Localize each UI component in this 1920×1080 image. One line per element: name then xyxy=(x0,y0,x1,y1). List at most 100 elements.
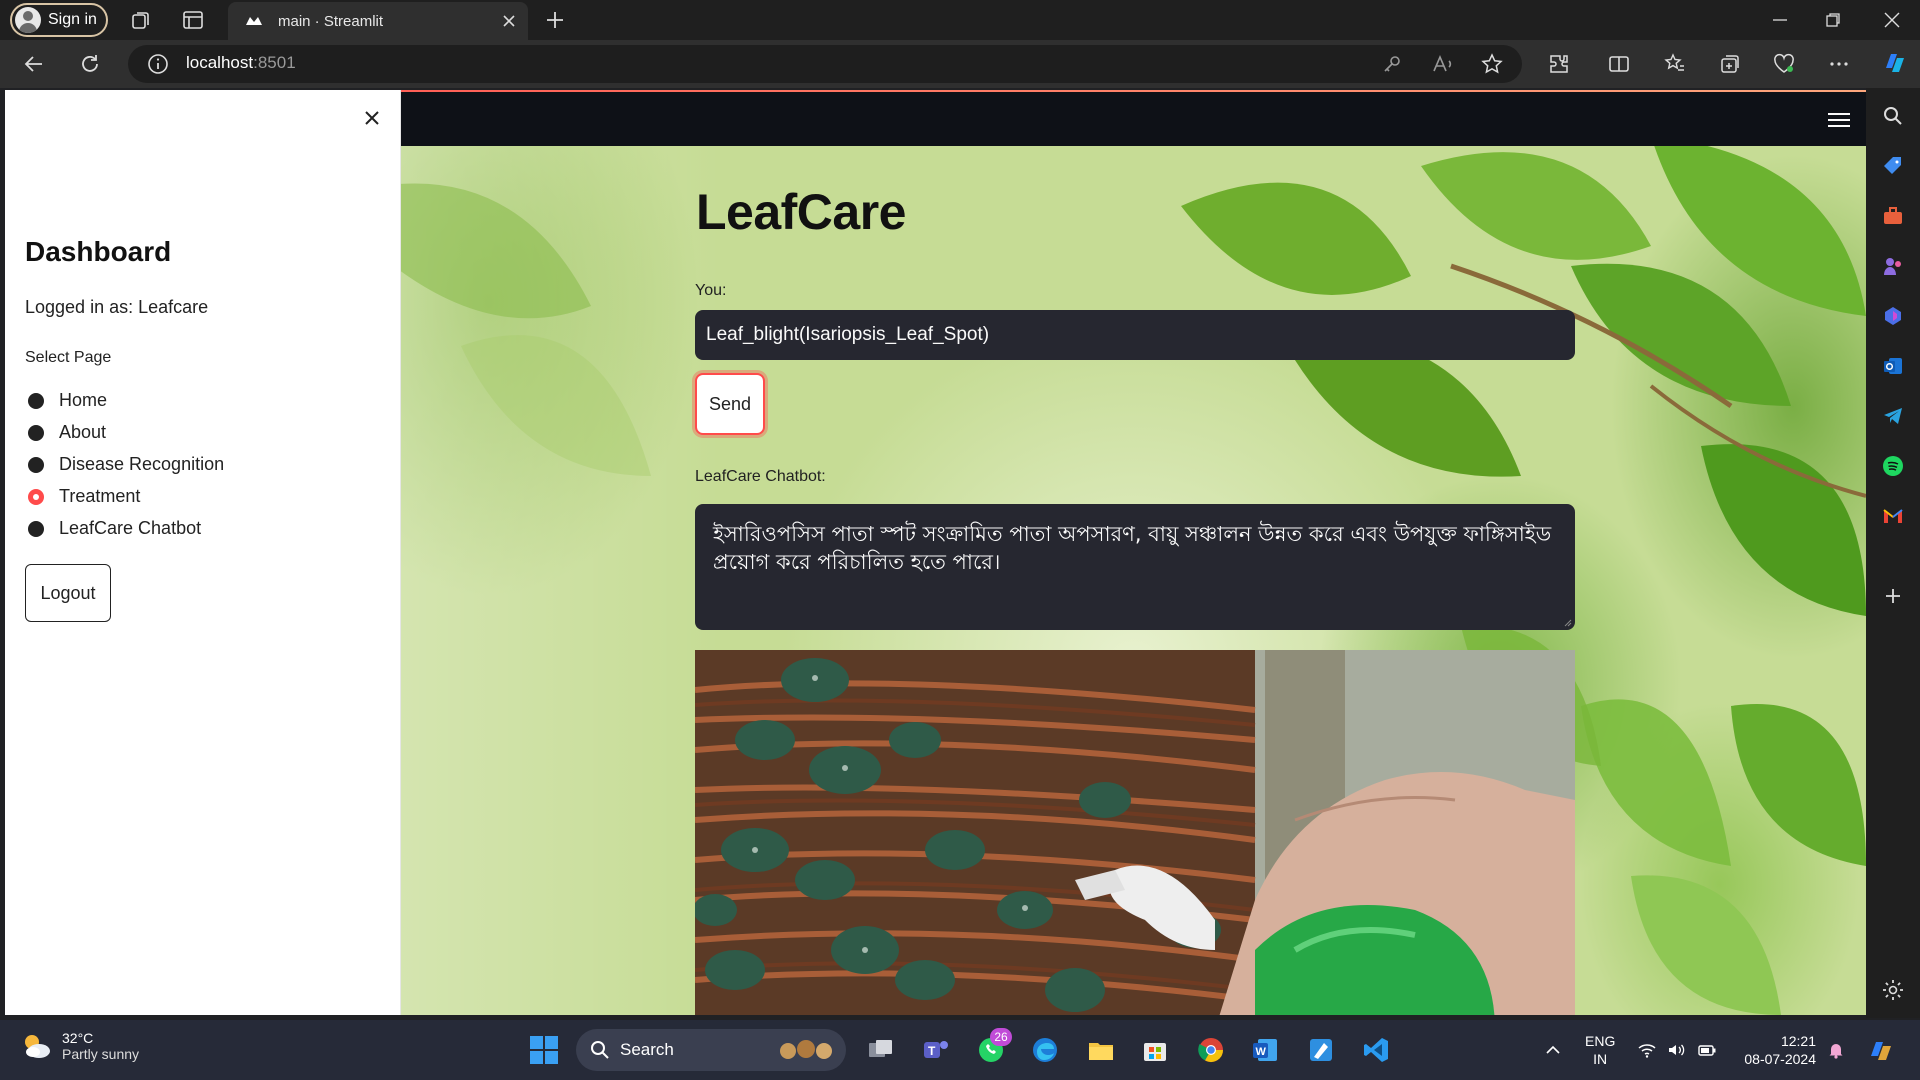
copilot-icon[interactable] xyxy=(1880,48,1910,78)
url-host: localhost xyxy=(186,53,254,72)
radio-leafcare-chatbot[interactable]: LeafCare Chatbot xyxy=(28,518,201,539)
windows-taskbar: 32°C Partly sunny Search T 26 W ENG IN 12… xyxy=(0,1020,1920,1080)
active-tab[interactable]: main · Streamlit xyxy=(228,2,528,40)
weather-desc: Partly sunny xyxy=(62,1046,140,1062)
address-bar: localhost:8501 xyxy=(0,40,1920,88)
gmail-icon[interactable] xyxy=(1881,504,1905,528)
favorite-star-icon[interactable] xyxy=(1480,52,1504,76)
close-sidebar-icon[interactable] xyxy=(362,108,382,128)
radio-disease-recognition[interactable]: Disease Recognition xyxy=(28,454,224,475)
tab-actions-icon[interactable] xyxy=(181,8,205,32)
volume-icon[interactable] xyxy=(1666,1040,1686,1060)
battery-icon[interactable] xyxy=(1697,1040,1717,1060)
select-page-label: Select Page xyxy=(25,349,112,366)
tab-title: main · Streamlit xyxy=(278,12,384,30)
extensions-icon[interactable] xyxy=(1547,52,1571,76)
tools-icon[interactable] xyxy=(1881,204,1905,228)
split-screen-icon[interactable] xyxy=(1607,52,1631,76)
lang-top: ENG xyxy=(1585,1033,1616,1049)
back-icon[interactable] xyxy=(22,52,46,76)
chatbot-response-text: ইসারিওপসিস পাতা স্পট সংক্রামিত পাতা অপসা… xyxy=(713,522,1552,574)
windows-start-icon[interactable] xyxy=(528,1034,560,1066)
chat-input[interactable]: Leaf_blight(Isariopsis_Leaf_Spot) xyxy=(695,310,1575,360)
games-icon[interactable] xyxy=(1881,254,1905,278)
url-field[interactable] xyxy=(128,45,1522,83)
site-info-icon[interactable] xyxy=(146,52,170,76)
logout-button[interactable]: Logout xyxy=(25,564,111,622)
weather-text: 32°C Partly sunny xyxy=(62,1030,139,1062)
close-tab-icon[interactable] xyxy=(500,12,518,30)
edge-icon[interactable] xyxy=(1030,1035,1060,1065)
word-icon[interactable]: W xyxy=(1250,1035,1280,1065)
minimize-icon[interactable] xyxy=(1768,8,1792,32)
copilot-taskbar-icon[interactable] xyxy=(1866,1036,1896,1066)
refresh-icon[interactable] xyxy=(78,52,102,76)
radio-circle[interactable] xyxy=(28,392,44,409)
treatment-image xyxy=(695,650,1575,1015)
paint-icon[interactable] xyxy=(1306,1035,1336,1065)
notification-bell-icon[interactable] xyxy=(1826,1040,1846,1060)
url-port: :8501 xyxy=(253,53,296,72)
sign-in-label: Sign in xyxy=(48,11,97,28)
read-aloud-icon[interactable] xyxy=(1431,52,1455,76)
radio-label: About xyxy=(59,422,107,442)
edge-sidebar xyxy=(1866,88,1920,1018)
sign-in-button[interactable]: Sign in xyxy=(10,3,108,37)
tab-bar: Sign in main · Streamlit xyxy=(0,0,1920,40)
svg-text:T: T xyxy=(928,1044,936,1058)
add-sidebar-app-icon[interactable] xyxy=(1881,584,1905,608)
send-button[interactable]: Send xyxy=(695,373,765,435)
microsoft-store-icon[interactable] xyxy=(1140,1035,1170,1065)
sidebar-search-icon[interactable] xyxy=(1881,104,1905,128)
chrome-icon[interactable] xyxy=(1196,1035,1226,1065)
main-menu-icon[interactable] xyxy=(1828,112,1850,128)
radio-home[interactable]: Home xyxy=(28,390,107,411)
show-hidden-icons-icon[interactable] xyxy=(1543,1040,1563,1060)
chatbot-response-textarea[interactable]: ইসারিওপসিস পাতা স্পট সংক্রামিত পাতা অপসা… xyxy=(695,504,1575,630)
restore-icon[interactable] xyxy=(1821,8,1845,32)
radio-circle[interactable] xyxy=(28,520,44,537)
collections-icon[interactable] xyxy=(1718,52,1742,76)
whatsapp-badge: 26 xyxy=(990,1028,1012,1046)
new-tab-icon[interactable] xyxy=(544,9,566,31)
partly-sunny-icon xyxy=(25,1035,50,1058)
sidebar-title: Dashboard xyxy=(25,236,172,267)
close-window-icon[interactable] xyxy=(1880,8,1904,32)
chatbot-label: LeafCare Chatbot: xyxy=(695,468,826,485)
weather-widget[interactable]: 32°C Partly sunny xyxy=(20,1030,139,1062)
sidebar-settings-icon[interactable] xyxy=(1881,978,1905,1002)
task-view-icon[interactable] xyxy=(866,1035,896,1065)
streamlit-app: LeafCare You: Leaf_blight(Isariopsis_Lea… xyxy=(5,90,1866,1015)
more-options-icon[interactable] xyxy=(1827,52,1851,76)
search-icon xyxy=(591,1041,609,1059)
radio-circle[interactable] xyxy=(28,456,44,473)
vscode-icon[interactable] xyxy=(1361,1035,1391,1065)
workspaces-icon[interactable] xyxy=(129,8,153,32)
radio-circle-selected[interactable] xyxy=(28,488,44,505)
clock-date: 08-07-2024 xyxy=(1744,1051,1816,1067)
clock[interactable]: 12:21 08-07-2024 xyxy=(1740,1032,1816,1068)
spotify-icon[interactable] xyxy=(1881,454,1905,478)
radio-treatment[interactable]: Treatment xyxy=(28,486,140,507)
browser-essentials-icon[interactable] xyxy=(1772,52,1796,76)
shopping-tag-icon[interactable] xyxy=(1881,154,1905,178)
search-highlight-icon xyxy=(780,1040,832,1059)
resize-grip-icon[interactable] xyxy=(1564,619,1572,627)
outlook-icon[interactable] xyxy=(1881,354,1905,378)
password-key-icon[interactable] xyxy=(1380,52,1404,76)
radio-circle[interactable] xyxy=(28,424,44,441)
telegram-icon[interactable] xyxy=(1881,404,1905,428)
teams-icon[interactable]: T xyxy=(920,1035,950,1065)
you-label: You: xyxy=(695,282,727,299)
radio-about[interactable]: About xyxy=(28,422,106,443)
language-indicator[interactable]: ENG IN xyxy=(1585,1032,1615,1068)
copilot-sidebar-icon[interactable] xyxy=(1881,304,1905,328)
favorites-icon[interactable] xyxy=(1663,52,1687,76)
file-explorer-icon[interactable] xyxy=(1086,1035,1116,1065)
radio-label: Disease Recognition xyxy=(59,454,225,474)
weather-temp: 32°C xyxy=(62,1030,94,1046)
wifi-icon[interactable] xyxy=(1637,1040,1657,1060)
taskbar-search[interactable]: Search xyxy=(576,1029,846,1071)
app-sidebar: Dashboard Logged in as: Leafcare Select … xyxy=(5,90,401,1015)
svg-text:W: W xyxy=(1256,1046,1267,1058)
